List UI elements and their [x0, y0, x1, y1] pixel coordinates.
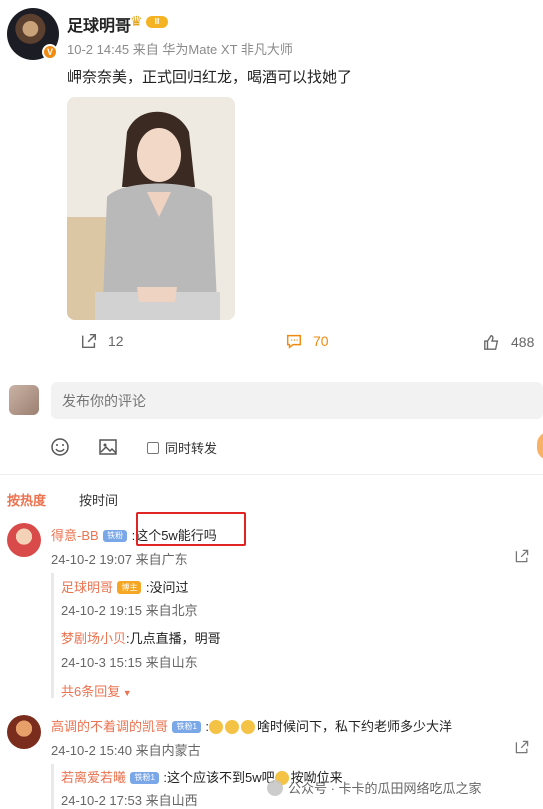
emoji-button[interactable] — [50, 437, 70, 462]
comment-meta: 24-10-2 19:07 来自广东 — [51, 552, 188, 567]
image-icon — [99, 439, 117, 455]
emoji-icon — [241, 719, 255, 734]
post-image[interactable] — [67, 97, 235, 320]
author-badge: 博主 — [117, 581, 142, 595]
share-icon[interactable] — [514, 548, 530, 564]
verified-badge: V — [42, 44, 58, 60]
more-replies-link[interactable]: 共6条回复 ▼ — [61, 681, 132, 700]
emoji-icon — [51, 438, 69, 456]
comment-text: 啥时候问下，私下约老师多少大洋 — [257, 719, 453, 734]
comment-meta: 24-10-2 15:40 来自内蒙古 — [51, 743, 201, 758]
level-badge: Ⅲ — [146, 16, 168, 28]
emoji-icon — [225, 719, 239, 734]
share-icon — [81, 333, 97, 349]
fan-badge: 铁粉 — [103, 529, 128, 542]
reply-meta: 24-10-2 17:53 来自山西 — [61, 793, 198, 808]
comment-row: 高调的不着调的凯哥 铁粉1 : 啥时候问下，私下约老师多少大洋 — [51, 716, 452, 736]
reply-meta: 24-10-2 19:15 来自北京 — [61, 603, 198, 618]
reply-user[interactable]: 足球明哥 — [61, 580, 113, 595]
reply-meta: 24-10-3 15:15 来自山东 — [61, 655, 198, 670]
repost-action[interactable]: 12 — [80, 332, 124, 350]
reply-user[interactable]: 若离爱若曦 — [61, 770, 126, 785]
comment-count: 70 — [313, 333, 329, 349]
commenter-name[interactable]: 得意-BB — [51, 528, 99, 543]
tab-time[interactable]: 按时间 — [79, 490, 118, 509]
watermark: 公众号 · 卡卡的瓜田网络吃瓜之家 — [267, 778, 482, 797]
post-meta: 10-2 14:45 来自 华为Mate XT 非凡大师 — [67, 42, 293, 57]
like-action[interactable]: 488 — [483, 333, 534, 351]
reply-thread-line — [51, 764, 54, 809]
reply-user[interactable]: 梦剧场小贝 — [61, 631, 126, 646]
caret-down-icon: ▼ — [120, 688, 132, 698]
checkbox-icon — [147, 441, 159, 454]
wechat-icon — [267, 779, 283, 796]
repost-label: 同时转发 — [165, 441, 218, 456]
crown-icon: ♛ — [130, 13, 143, 29]
more-replies-label: 共6条回复 — [61, 684, 121, 699]
comment-input[interactable] — [51, 382, 543, 419]
emoji-icon — [209, 719, 223, 734]
post-text: 岬奈奈美，正式回归红龙，喝酒可以找她了 — [67, 69, 353, 86]
reply-thread-line — [51, 573, 54, 698]
comment-action[interactable]: 70 — [285, 332, 329, 350]
repost-checkbox[interactable]: 同时转发 — [147, 438, 217, 457]
reply-row: 足球明哥 博主 :没问过 — [61, 577, 189, 597]
commenter-avatar[interactable] — [7, 523, 41, 557]
reply-text: :没问过 — [145, 580, 189, 595]
thumb-up-icon — [484, 335, 499, 350]
fan-badge: 铁粉1 — [130, 771, 159, 784]
send-button[interactable] — [537, 432, 543, 460]
repost-count: 12 — [108, 333, 124, 349]
commenter-name[interactable]: 高调的不着调的凯哥 — [51, 719, 168, 734]
highlight-box — [136, 512, 246, 546]
comment-icon — [286, 334, 302, 349]
divider — [0, 474, 543, 475]
fan-badge: 铁粉1 — [172, 720, 201, 733]
share-icon[interactable] — [514, 739, 530, 755]
reply-row: 梦剧场小贝:几点直播，明哥 — [61, 628, 221, 648]
my-avatar — [9, 385, 39, 415]
tab-hot[interactable]: 按热度 — [7, 490, 46, 509]
image-button[interactable] — [98, 437, 118, 462]
reply-text: :这个应该不到5w吧 — [163, 770, 275, 785]
author-name[interactable]: 足球明哥 — [67, 12, 131, 36]
watermark-text: 公众号 · 卡卡的瓜田网络吃瓜之家 — [288, 781, 482, 796]
commenter-avatar[interactable] — [7, 715, 41, 749]
photo-illustration — [67, 97, 235, 320]
reply-text: :几点直播，明哥 — [126, 631, 221, 646]
like-count: 488 — [511, 334, 535, 350]
